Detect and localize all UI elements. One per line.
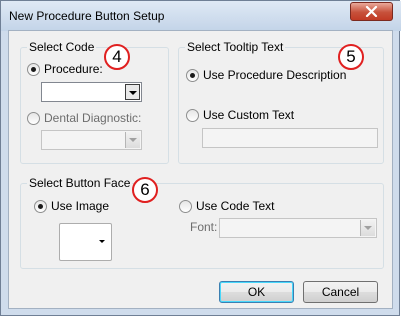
ok-button[interactable]: OK xyxy=(219,281,294,303)
font-combo[interactable] xyxy=(219,218,377,238)
callout-badge-4: 4 xyxy=(104,44,130,70)
dental-diagnostic-label[interactable]: Dental Diagnostic: xyxy=(44,111,141,125)
use-description-radio[interactable] xyxy=(186,69,199,82)
use-custom-text-radio[interactable] xyxy=(186,109,199,122)
chevron-down-icon[interactable] xyxy=(360,220,375,236)
dental-diagnostic-radio[interactable] xyxy=(27,112,40,125)
button-face-image-picker[interactable] xyxy=(59,223,112,261)
close-button[interactable] xyxy=(350,2,393,21)
button-face-legend: Select Button Face xyxy=(27,176,133,190)
use-description-label[interactable]: Use Procedure Description xyxy=(203,68,346,82)
cancel-button[interactable]: Cancel xyxy=(303,281,378,303)
select-code-legend: Select Code xyxy=(27,40,97,54)
procedure-label[interactable]: Procedure: xyxy=(44,62,103,76)
font-label: Font: xyxy=(190,220,218,234)
use-code-text-radio[interactable] xyxy=(179,200,192,213)
button-face-group: Select Button Face 6 Use Image Use Code … xyxy=(20,176,384,269)
close-icon xyxy=(365,6,378,17)
use-image-label[interactable]: Use Image xyxy=(51,199,109,213)
procedure-combo[interactable] xyxy=(41,82,142,102)
use-code-text-label[interactable]: Use Code Text xyxy=(196,199,275,213)
title-bar[interactable]: New Procedure Button Setup xyxy=(1,1,401,31)
callout-badge-6: 6 xyxy=(132,177,158,203)
chevron-down-icon[interactable] xyxy=(125,84,140,100)
custom-text-field[interactable] xyxy=(202,128,378,148)
dropdown-arrow-icon xyxy=(99,240,105,243)
tooltip-text-group: Select Tooltip Text 5 Use Procedure Desc… xyxy=(178,40,384,164)
select-code-group: Select Code 4 Procedure: Dental Diagnost… xyxy=(20,40,169,164)
chevron-down-icon[interactable] xyxy=(125,132,140,148)
use-custom-text-label[interactable]: Use Custom Text xyxy=(203,108,294,122)
callout-badge-5: 5 xyxy=(338,44,364,70)
window-title: New Procedure Button Setup xyxy=(9,9,165,23)
tooltip-text-legend: Select Tooltip Text xyxy=(185,40,286,54)
dialog-body: Select Code 4 Procedure: Dental Diagnost… xyxy=(8,30,393,309)
dialog-window: New Procedure Button Setup Select Code 4… xyxy=(0,0,401,316)
procedure-radio[interactable] xyxy=(27,63,40,76)
use-image-radio[interactable] xyxy=(34,200,47,213)
dental-diagnostic-combo[interactable] xyxy=(41,130,142,150)
